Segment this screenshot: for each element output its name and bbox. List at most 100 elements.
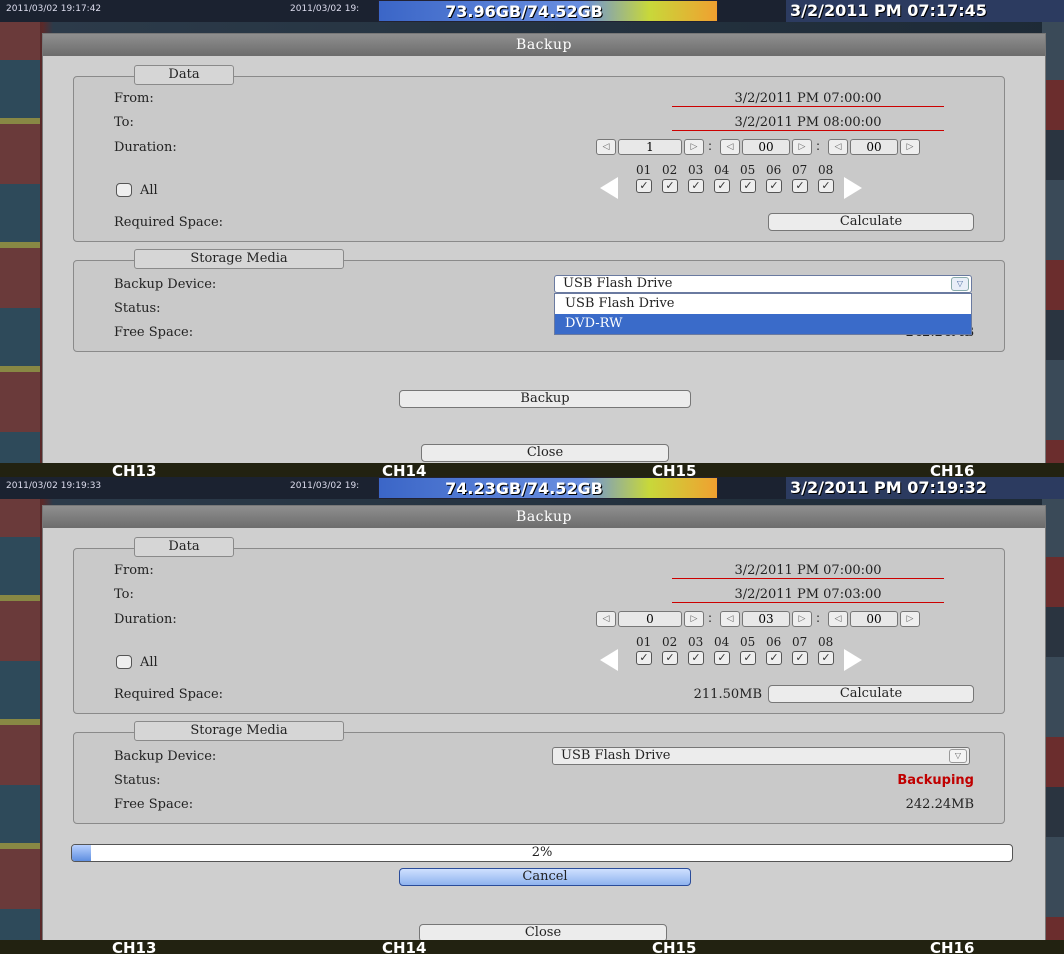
minute-increment-button[interactable]: ▷ [792,611,812,627]
dropdown-option-usb[interactable]: USB Flash Drive [555,294,971,314]
status-bar: 2011/03/02 19:17:42 2011/03/02 19: 73.96… [0,0,1064,22]
hdd-usage-text: 74.23GB/74.52GB [445,479,603,498]
channel-number: 07 [792,163,808,177]
all-checkbox[interactable] [116,655,132,669]
channel-checkbox[interactable]: ✓ [662,651,678,665]
hour-decrement-button[interactable]: ◁ [596,611,616,627]
duration-hours[interactable]: 1 [618,139,682,155]
channel-number: 02 [662,163,678,177]
channel-checkbox[interactable]: ✓ [792,179,808,193]
cancel-button[interactable]: Cancel [399,868,691,886]
close-button[interactable]: Close [421,444,669,462]
backup-device-select[interactable]: USB Flash Drive ▽ [554,275,972,293]
channel-checkbox[interactable]: ✓ [818,179,834,193]
dialog-title: Backup [43,506,1045,528]
duration-seconds[interactable]: 00 [850,611,898,627]
channel-selector: 01 02 03 04 05 06 07 08 ✓ ✓ ✓ ✓ ✓ ✓ ✓ ✓ [596,163,976,203]
all-checkbox[interactable] [116,183,132,197]
required-space-label: Required Space: [114,215,224,230]
to-datetime[interactable]: 3/2/2011 PM 07:03:00 [672,587,944,603]
channel-prev-arrow-icon[interactable] [600,177,618,199]
duration-hours[interactable]: 0 [618,611,682,627]
channel-selector: 01 02 03 04 05 06 07 08 ✓ ✓ ✓ ✓ ✓ ✓ ✓ ✓ [596,635,976,675]
backup-button[interactable]: Backup [399,390,691,408]
storage-group-legend: Storage Media [134,721,344,741]
required-space-value: 211.50MB [693,687,762,702]
channel-label: CH15 [652,462,697,478]
status-label: Status: [114,773,161,788]
duration-minutes[interactable]: 00 [742,139,790,155]
second-increment-button[interactable]: ▷ [900,139,920,155]
data-group-legend: Data [134,65,234,85]
channel-label: CH15 [652,939,697,954]
channel-checkbox[interactable]: ✓ [714,179,730,193]
dropdown-option-dvdrw[interactable]: DVD-RW [555,314,971,334]
minute-decrement-button[interactable]: ◁ [720,139,740,155]
channel-checkbox[interactable]: ✓ [636,179,652,193]
channel-number: 08 [818,635,834,649]
channel-checkbox[interactable]: ✓ [818,651,834,665]
channel-checkbox[interactable]: ✓ [662,179,678,193]
calculate-button[interactable]: Calculate [768,685,974,703]
channel-label-bar: CH13 CH14 CH15 CH16 [0,463,1064,477]
second-decrement-button[interactable]: ◁ [828,611,848,627]
data-group-legend: Data [134,537,234,557]
second-decrement-button[interactable]: ◁ [828,139,848,155]
backup-device-value: USB Flash Drive [561,748,671,763]
chevron-down-icon[interactable]: ▽ [951,277,969,291]
chevron-down-icon[interactable]: ▽ [949,749,967,763]
from-datetime[interactable]: 3/2/2011 PM 07:00:00 [672,91,944,107]
hdd-usage-bar: 74.23GB/74.52GB [378,477,718,499]
progress-label: 2% [531,845,553,860]
hour-increment-button[interactable]: ▷ [684,139,704,155]
data-group: Data From: 3/2/2011 PM 07:00:00 To: 3/2/… [73,65,1005,242]
from-datetime[interactable]: 3/2/2011 PM 07:00:00 [672,563,944,579]
to-datetime[interactable]: 3/2/2011 PM 08:00:00 [672,115,944,131]
hour-increment-button[interactable]: ▷ [684,611,704,627]
channel-checkbox[interactable]: ✓ [792,651,808,665]
channel-next-arrow-icon[interactable] [844,649,862,671]
channel-number: 04 [714,635,730,649]
status-value: Backuping [897,773,974,788]
channel-checkbox[interactable]: ✓ [688,651,704,665]
duration-seconds[interactable]: 00 [850,139,898,155]
channel-checkbox[interactable]: ✓ [766,651,782,665]
dialog-title: Backup [43,34,1045,56]
duration-label: Duration: [114,612,177,627]
camera-timestamp: 2011/03/02 19:17:42 [6,4,102,14]
storage-media-group: Storage Media Backup Device: USB Flash D… [73,721,1005,824]
backup-device-select[interactable]: USB Flash Drive ▽ [552,747,970,765]
channel-number: 06 [766,635,782,649]
channel-checkbox[interactable]: ✓ [766,179,782,193]
channel-label: CH16 [930,939,975,954]
channel-number: 05 [740,635,756,649]
channel-number: 08 [818,163,834,177]
duration-spinners: ◁ 1 ▷ : ◁ 00 ▷ : ◁ 00 ▷ [596,139,976,157]
channel-prev-arrow-icon[interactable] [600,649,618,671]
from-label: From: [114,563,154,578]
system-clock: 3/2/2011 PM 07:17:45 [786,0,1064,22]
camera-thumbnails-left [0,477,40,954]
channel-number: 02 [662,635,678,649]
channel-next-arrow-icon[interactable] [844,177,862,199]
second-increment-button[interactable]: ▷ [900,611,920,627]
backup-device-dropdown[interactable]: USB Flash Drive DVD-RW [554,293,972,335]
channel-checkbox[interactable]: ✓ [688,179,704,193]
calculate-button[interactable]: Calculate [768,213,974,231]
screenshot-bottom: 2011/03/02 19:19:33 2011/03/02 19: 74.23… [0,477,1064,954]
channel-label: CH13 [112,939,157,954]
channel-number: 03 [688,163,704,177]
channel-checkbox[interactable]: ✓ [740,179,756,193]
channel-checkbox[interactable]: ✓ [636,651,652,665]
channel-number: 05 [740,163,756,177]
minute-increment-button[interactable]: ▷ [792,139,812,155]
colon-separator: : [816,139,821,153]
hour-decrement-button[interactable]: ◁ [596,139,616,155]
hdd-usage-text: 73.96GB/74.52GB [445,2,603,21]
channel-checkbox[interactable]: ✓ [740,651,756,665]
duration-minutes[interactable]: 03 [742,611,790,627]
duration-label: Duration: [114,140,177,155]
minute-decrement-button[interactable]: ◁ [720,611,740,627]
backup-dialog: Backup Data From: 3/2/2011 PM 07:00:00 T… [42,33,1046,465]
channel-checkbox[interactable]: ✓ [714,651,730,665]
